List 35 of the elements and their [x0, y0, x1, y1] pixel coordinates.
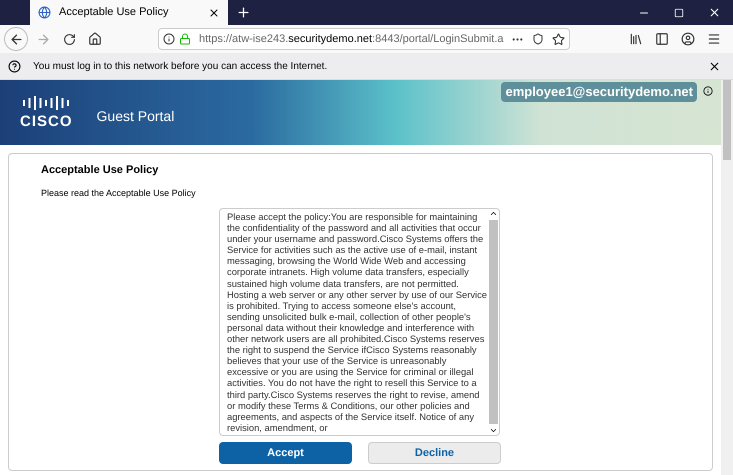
accept-button[interactable]: Accept — [219, 442, 352, 464]
policy-text: Please accept the policy:You are responsible for maintaining the confidentiality of the password and all activities that occur under your username and password.Cisco Systems offers the Service for activities such as the active use of e-mail, instant messaging, browsing the World Wide Web and accessing corporate intranets. High volume data transfers, especially sustained high volume data transfers, are not permitted. Hosting a web server or any other server by use of our Service is prohibited. Trying to access someone else's account, sending unsolicited bulk e-mail, collection of other people's personal data without their knowledge and interference with other network users are all prohibited.Cisco Systems reserves the right to suspend the Service ifCisco Systems reasonably believes that your use of the Service is unreasonably excessive or you are using the Service for criminal or illegal activities. You do not have the right to resell this Service to a third party.Cisco Systems reserves the right to revise, amend or modify these Terms & Conditions, our other policies and agreements, and aspects of the Service itself. Notice of any revision, amendment, or — [226, 210, 488, 435]
scrollbar[interactable] — [488, 209, 499, 435]
reload-icon[interactable] — [63, 32, 76, 46]
logo-text: CISCO — [20, 114, 73, 129]
info-icon — [163, 33, 175, 45]
maximize-icon[interactable] — [674, 8, 684, 18]
menu-icon[interactable] — [707, 32, 721, 46]
info-icon[interactable] — [703, 86, 713, 96]
help-icon — [8, 60, 21, 72]
notification-text: You must log in to this network before you can access the Internet. — [33, 60, 328, 74]
close-tab-icon[interactable] — [208, 6, 220, 18]
globe-icon — [38, 6, 51, 19]
account-icon[interactable] — [681, 32, 695, 46]
library-icon[interactable] — [629, 32, 643, 46]
bookmark-star-icon[interactable] — [552, 32, 565, 46]
user-email: employee1@securitydemo.net — [501, 82, 697, 102]
back-button[interactable] — [4, 27, 28, 51]
decline-button[interactable]: Decline — [368, 442, 501, 464]
sidebar-icon[interactable] — [655, 32, 669, 46]
page-subheading: Please read the Acceptable Use Policy — [41, 186, 197, 200]
new-tab-icon[interactable] — [236, 5, 251, 20]
portal-title: Guest Portal — [96, 107, 174, 126]
close-notification-icon[interactable] — [708, 60, 721, 72]
page-scrollbar[interactable] — [721, 80, 733, 475]
browser-tab[interactable]: Acceptable Use Policy — [30, 0, 228, 25]
url-text: https://atw-ise243.securitydemo.net:8443/portal/LoginSubmit.a — [199, 32, 505, 47]
lock-icon — [179, 33, 191, 45]
logo-bars-icon — [22, 96, 70, 110]
tab-title: Acceptable Use Policy — [59, 5, 170, 20]
scroll-up-icon[interactable] — [489, 209, 498, 218]
page-heading: Acceptable Use Policy — [41, 163, 160, 178]
home-icon[interactable] — [88, 32, 102, 46]
close-icon[interactable] — [708, 6, 721, 19]
address-bar[interactable]: https://atw-ise243.securitydemo.net:8443/portal/LoginSubmit.a — [158, 28, 570, 50]
